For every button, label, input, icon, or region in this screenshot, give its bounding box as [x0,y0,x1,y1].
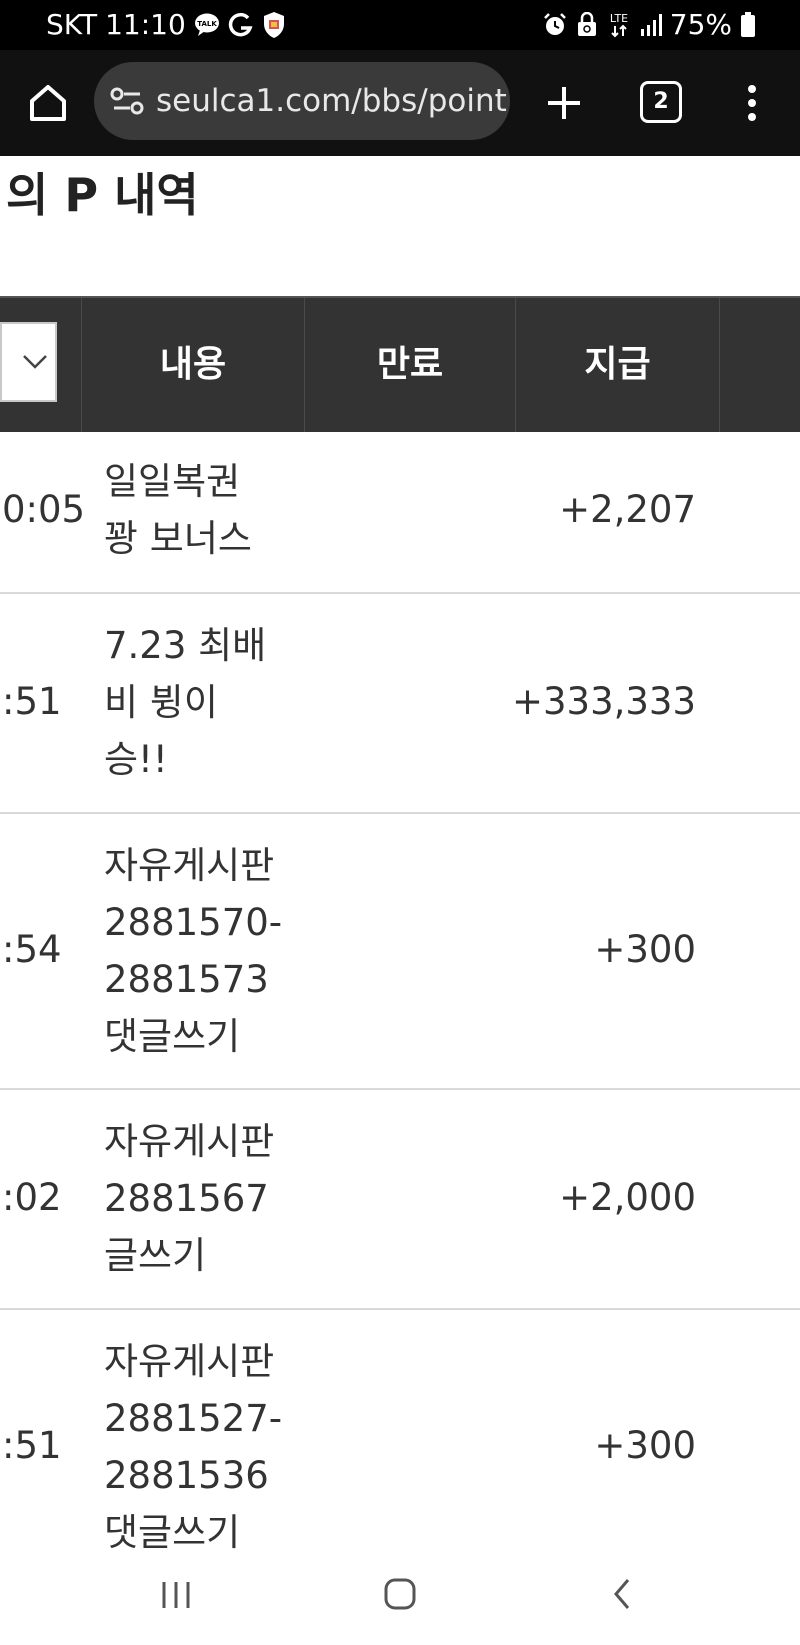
table-row: :02 자유게시판 2881567 글쓰기 +2,000 [0,1090,800,1310]
row-time: :54 [2,928,62,971]
signal-icon [640,13,662,37]
header-expire: 만료 [376,344,444,385]
content-line: 2881567 [104,1177,269,1220]
home-icon [30,85,66,121]
row-amount: +2,207 [559,488,696,531]
content-line: 2881536 [104,1454,269,1497]
status-bar: SKT 11:10 TALK LTE 75% [0,0,800,50]
talk-icon: TALK [194,13,220,37]
tab-switcher-button[interactable]: 2 [640,81,682,123]
content-line: 일일복권 [104,460,241,503]
recent-apps-button[interactable] [158,1578,194,1612]
row-content: 자유게시판 2881567 글쓰기 [104,1113,294,1284]
back-nav-icon [614,1579,630,1609]
chevron-down-icon [23,355,47,369]
filter-select[interactable] [0,322,57,402]
content-line: 자유게시판 [104,1340,275,1383]
row-content: 일일복권 꽝 보너스 [104,453,294,567]
table-row: 0:05 일일복권 꽝 보너스 +2,207 [0,430,800,594]
content-line: 비 뷩이 [104,681,218,724]
content-line: 댓글쓰기 [104,1511,241,1554]
row-amount: +300 [594,928,696,971]
row-content: 7.23 최배 비 뷩이 승!! [104,617,294,788]
table-row: :54 자유게시판 2881570- 2881573 댓글쓰기 +300 [0,814,800,1090]
back-nav-button[interactable] [610,1576,634,1612]
overflow-menu-button[interactable] [736,79,768,127]
browser-toolbar: seulca1.com/bbs/point 2 [0,50,800,156]
home-button[interactable] [24,79,72,127]
new-tab-button[interactable] [540,79,588,127]
header-divider [719,298,720,432]
home-nav-icon [384,1578,416,1610]
row-time: :51 [2,680,62,723]
row-time: 0:05 [2,488,86,531]
system-nav-bar [0,1560,800,1645]
status-left: SKT 11:10 TALK [46,8,286,42]
content-line: 자유게시판 [104,1120,275,1163]
content-line: 7.23 최배 [104,624,267,667]
content-line: 2881573 [104,958,269,1001]
row-time: :02 [2,1176,62,1219]
header-content: 내용 [159,344,227,385]
header-grant: 지급 [584,344,651,385]
table-row: :51 7.23 최배 비 뷩이 승!! +333,333 [0,594,800,814]
battery-icon [740,12,756,38]
content-line: 2881527- [104,1397,283,1440]
content-line: 자유게시판 [104,844,275,887]
svg-text:TALK: TALK [197,20,217,28]
shield-app-icon [262,11,286,39]
recent-apps-icon [162,1582,190,1608]
row-time: :51 [2,1424,62,1467]
url-text[interactable]: seulca1.com/bbs/point [156,62,507,140]
recycle-lock-icon [576,12,598,38]
plus-icon [548,87,580,119]
table-row: :51 자유게시판 2881527- 2881536 댓글쓰기 +300 [0,1310,800,1584]
row-amount: +2,000 [559,1176,696,1219]
row-amount: +300 [594,1424,696,1467]
content-line: 글쓰기 [104,1234,207,1277]
row-content: 자유게시판 2881570- 2881573 댓글쓰기 [104,837,294,1065]
content-line: 꽝 보너스 [104,517,252,560]
content-line: 2881570- [104,901,283,944]
status-right: LTE 75% [542,8,756,42]
clock: 11:10 [105,8,186,41]
g-icon [228,12,254,38]
table-header: 내용 만료 지급 [0,296,800,432]
lte-icon: LTE [606,11,632,39]
carrier-label: SKT [46,8,98,41]
address-bar[interactable]: seulca1.com/bbs/point [94,62,510,140]
site-info-icon[interactable] [110,86,144,116]
tab-count: 2 [640,81,682,123]
content-line: 승!! [104,738,168,781]
more-vert-icon [748,85,756,121]
battery-percent: 75% [669,8,732,41]
svg-text:LTE: LTE [610,12,628,25]
page-title: 의 P 내역 [6,168,199,222]
home-nav-button[interactable] [382,1576,418,1612]
row-content: 자유게시판 2881527- 2881536 댓글쓰기 [104,1333,294,1561]
content-line: 댓글쓰기 [104,1015,241,1058]
row-amount: +333,333 [511,680,696,723]
alarm-icon [542,12,568,38]
